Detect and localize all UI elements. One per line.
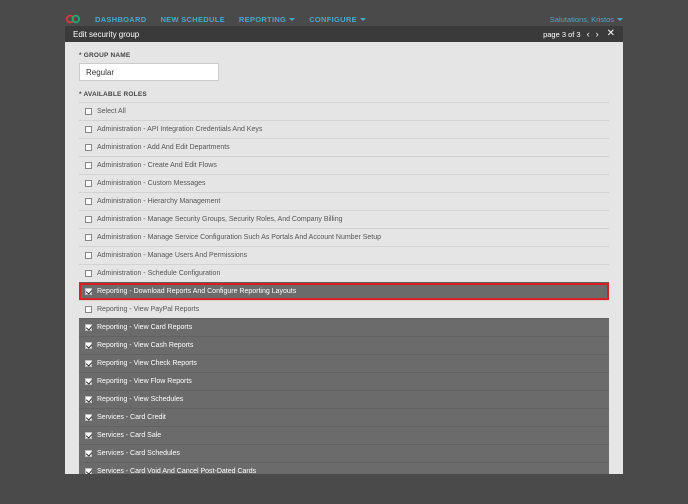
role-checkbox[interactable]: [85, 234, 92, 241]
role-checkbox[interactable]: [85, 126, 92, 133]
pager-text: page 3 of 3: [543, 30, 581, 39]
role-label: Reporting - View Schedules: [97, 396, 183, 403]
role-checkbox[interactable]: [85, 432, 92, 439]
role-checkbox[interactable]: [85, 378, 92, 385]
group-name-label: * GROUP NAME: [79, 52, 609, 59]
chevron-down-icon: [360, 18, 366, 21]
role-checkbox[interactable]: [85, 414, 92, 421]
role-label: Administration - Create And Edit Flows: [97, 162, 217, 169]
nav-new-schedule[interactable]: NEW SCHEDULE: [160, 15, 224, 24]
role-label: Reporting - View Card Reports: [97, 324, 192, 331]
roles-list: Select All Administration - API Integrati…: [79, 102, 609, 474]
pager-next-icon[interactable]: ›: [596, 30, 599, 39]
role-checkbox[interactable]: [85, 468, 92, 474]
role-label: Administration - Manage Users And Permis…: [97, 252, 247, 259]
role-checkbox[interactable]: [85, 252, 92, 259]
role-row[interactable]: Reporting - View Schedules: [79, 390, 609, 408]
nav-reporting[interactable]: REPORTING: [239, 15, 295, 24]
role-checkbox[interactable]: [85, 288, 92, 295]
role-label: Services - Card Void And Cancel Post-Dat…: [97, 468, 256, 474]
role-checkbox[interactable]: [85, 216, 92, 223]
role-label: Reporting - View Check Reports: [97, 360, 197, 367]
role-label: Administration - API Integration Credent…: [97, 126, 262, 133]
group-name-input[interactable]: [79, 63, 219, 81]
role-row[interactable]: Administration - Manage Security Groups,…: [79, 210, 609, 228]
role-row[interactable]: Reporting - View PayPal Reports: [79, 300, 609, 318]
role-row[interactable]: Administration - Schedule Configuration: [79, 264, 609, 282]
role-label: Services - Card Sale: [97, 432, 161, 439]
role-row[interactable]: Administration - Create And Edit Flows: [79, 156, 609, 174]
role-checkbox[interactable]: [85, 342, 92, 349]
role-checkbox[interactable]: [85, 396, 92, 403]
nav-new-schedule-label: NEW SCHEDULE: [160, 15, 224, 24]
modal-title: Edit security group: [73, 30, 139, 39]
chevron-down-icon: [289, 18, 295, 21]
nav-dashboard-label: DASHBOARD: [95, 15, 146, 24]
primary-nav: DASHBOARD NEW SCHEDULE REPORTING CONFIGU…: [95, 15, 366, 24]
role-checkbox[interactable]: [85, 162, 92, 169]
modal-body: * GROUP NAME * AVAILABLE ROLES Select Al…: [65, 42, 623, 474]
role-row[interactable]: Services - Card Credit: [79, 408, 609, 426]
role-row[interactable]: Reporting - View Cash Reports: [79, 336, 609, 354]
role-label: Select All: [97, 108, 126, 115]
role-label: Administration - Hierarchy Management: [97, 198, 220, 205]
role-checkbox[interactable]: [85, 144, 92, 151]
role-row[interactable]: Services - Card Schedules: [79, 444, 609, 462]
role-checkbox[interactable]: [85, 180, 92, 187]
role-label: Administration - Manage Service Configur…: [97, 234, 381, 241]
role-label: Reporting - View PayPal Reports: [97, 306, 199, 313]
role-row[interactable]: Reporting - View Check Reports: [79, 354, 609, 372]
role-checkbox[interactable]: [85, 450, 92, 457]
nav-configure[interactable]: CONFIGURE: [309, 15, 366, 24]
role-label: Reporting - View Flow Reports: [97, 378, 192, 385]
role-label: Administration - Custom Messages: [97, 180, 206, 187]
user-greeting: Salutations, Kristos: [550, 15, 614, 24]
role-row[interactable]: Select All: [79, 102, 609, 120]
role-row[interactable]: Administration - Manage Service Configur…: [79, 228, 609, 246]
modal-header: Edit security group page 3 of 3 ‹ › ✕: [65, 26, 623, 42]
role-row[interactable]: Administration - Manage Users And Permis…: [79, 246, 609, 264]
role-row[interactable]: Administration - API Integration Credent…: [79, 120, 609, 138]
role-checkbox[interactable]: [85, 270, 92, 277]
role-row[interactable]: Services - Card Sale: [79, 426, 609, 444]
role-row[interactable]: Reporting - View Card Reports: [79, 318, 609, 336]
available-roles-label: * AVAILABLE ROLES: [79, 91, 609, 98]
role-label: Administration - Add And Edit Department…: [97, 144, 230, 151]
role-row[interactable]: Reporting - Download Reports And Configu…: [79, 282, 609, 300]
role-checkbox[interactable]: [85, 324, 92, 331]
role-row[interactable]: Administration - Add And Edit Department…: [79, 138, 609, 156]
role-checkbox[interactable]: [85, 108, 92, 115]
user-menu[interactable]: Salutations, Kristos: [550, 15, 623, 24]
app-logo: [65, 14, 81, 24]
chevron-down-icon: [617, 18, 623, 21]
role-label: Services - Card Credit: [97, 414, 166, 421]
role-row[interactable]: Services - Card Void And Cancel Post-Dat…: [79, 462, 609, 474]
role-label: Administration - Schedule Configuration: [97, 270, 220, 277]
role-label: Administration - Manage Security Groups,…: [97, 216, 343, 223]
close-icon[interactable]: ✕: [607, 29, 615, 39]
nav-dashboard[interactable]: DASHBOARD: [95, 15, 146, 24]
role-checkbox[interactable]: [85, 360, 92, 367]
role-row[interactable]: Reporting - View Flow Reports: [79, 372, 609, 390]
role-label: Reporting - View Cash Reports: [97, 342, 193, 349]
nav-configure-label: CONFIGURE: [309, 15, 357, 24]
pager-prev-icon[interactable]: ‹: [587, 30, 590, 39]
nav-reporting-label: REPORTING: [239, 15, 286, 24]
role-label: Reporting - Download Reports And Configu…: [97, 288, 296, 295]
modal-pager: page 3 of 3 ‹ › ✕: [543, 29, 615, 39]
role-checkbox[interactable]: [85, 198, 92, 205]
role-label: Services - Card Schedules: [97, 450, 180, 457]
role-checkbox[interactable]: [85, 306, 92, 313]
role-row[interactable]: Administration - Custom Messages: [79, 174, 609, 192]
role-row[interactable]: Administration - Hierarchy Management: [79, 192, 609, 210]
